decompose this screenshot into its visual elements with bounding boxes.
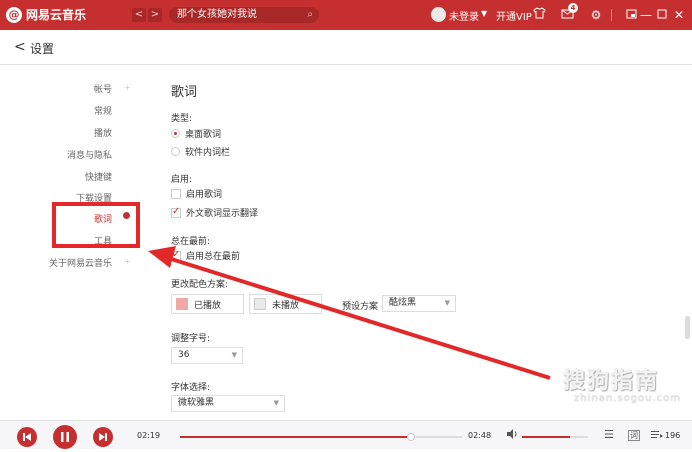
annotation-arrow xyxy=(148,246,551,380)
